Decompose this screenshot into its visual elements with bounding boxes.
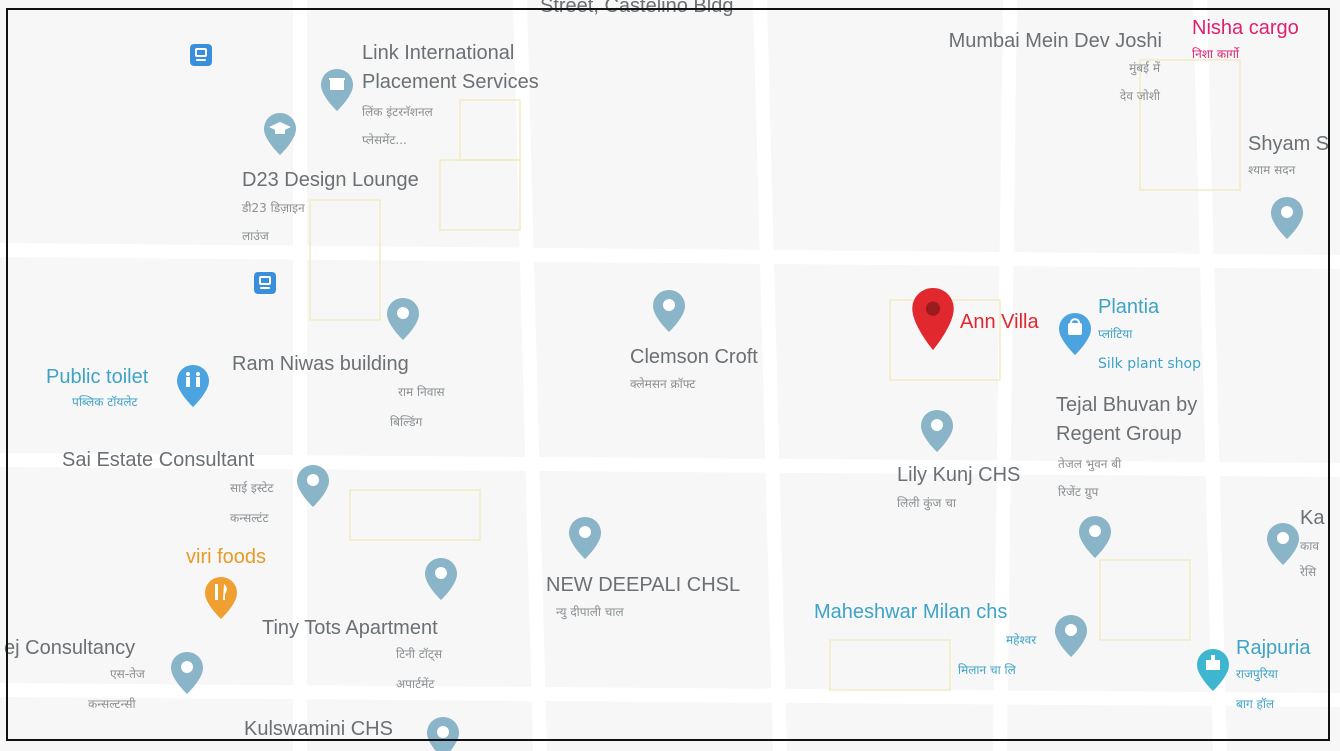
poi-label[interactable]: Mumbai Mein Dev Joshi bbox=[949, 29, 1162, 53]
location-pin-icon[interactable] bbox=[1266, 522, 1300, 566]
landmark-icon[interactable] bbox=[1196, 648, 1230, 692]
location-pin-icon[interactable] bbox=[426, 716, 460, 751]
poi-label-hindi: प्लांटिया bbox=[1098, 327, 1133, 341]
poi-label-hindi: बिल्डिंग bbox=[390, 415, 423, 429]
poi-label-hindi: डी23 डिज़ाइन bbox=[242, 201, 305, 215]
poi-label-hindi: रिजेंट ग्रुप bbox=[1058, 485, 1099, 499]
poi-label-hindi: बाग हॉल bbox=[1236, 697, 1275, 711]
poi-label[interactable]: Tiny Tots Apartment bbox=[262, 616, 438, 640]
poi-label[interactable]: viri foods bbox=[186, 545, 266, 569]
poi-label-hindi: मुंबई में bbox=[1129, 61, 1160, 75]
location-pin-icon[interactable] bbox=[1078, 515, 1112, 559]
bus-stop-icon[interactable] bbox=[190, 44, 212, 66]
red-location-pin-icon[interactable] bbox=[911, 286, 955, 352]
poi-label-hindi: काव bbox=[1300, 539, 1319, 553]
poi-label-hindi: मिलान चा लि bbox=[958, 663, 1016, 677]
poi-label[interactable]: D23 Design Lounge bbox=[242, 168, 419, 192]
poi-label[interactable]: Maheshwar Milan chs bbox=[814, 600, 1007, 624]
location-pin-icon[interactable] bbox=[568, 516, 602, 560]
poi-label[interactable]: Ka bbox=[1300, 506, 1324, 530]
poi-label-hindi: क्लेमसन क्रॉफ्ट bbox=[630, 377, 696, 391]
location-pin-icon[interactable] bbox=[1270, 196, 1304, 240]
poi-label-hindi: रेसि bbox=[1300, 565, 1317, 579]
poi-label[interactable]: Ram Niwas building bbox=[232, 352, 409, 376]
location-pin-icon[interactable] bbox=[170, 651, 204, 695]
poi-label-hindi: साई इस्टेट bbox=[230, 481, 274, 495]
shopping-bag-icon[interactable] bbox=[1058, 312, 1092, 356]
street-label: Street, Castelino Bldg bbox=[540, 0, 734, 17]
poi-label-hindi: श्याम सदन bbox=[1248, 163, 1296, 177]
poi-label[interactable]: Ann Villa bbox=[960, 310, 1039, 334]
poi-category-label: Silk plant shop bbox=[1098, 356, 1202, 372]
location-pin-icon[interactable] bbox=[296, 464, 330, 508]
location-pin-icon[interactable] bbox=[386, 297, 420, 341]
poi-label-hindi: एस-तेज bbox=[110, 667, 145, 681]
location-pin-icon[interactable] bbox=[652, 289, 686, 333]
location-pin-icon[interactable] bbox=[1054, 614, 1088, 658]
poi-label-hindi: महेश्वर bbox=[1006, 633, 1037, 647]
poi-label[interactable]: Tejal Bhuvan by bbox=[1056, 393, 1197, 417]
map-canvas[interactable]: Street, Castelino Bldg Link Internationa… bbox=[0, 0, 1340, 751]
bus-stop-icon[interactable] bbox=[254, 272, 276, 294]
poi-label-hindi: राम निवास bbox=[398, 385, 445, 399]
location-pin-icon[interactable] bbox=[920, 409, 954, 453]
graduation-cap-icon[interactable] bbox=[263, 112, 297, 156]
poi-label[interactable]: Clemson Croft bbox=[630, 345, 758, 369]
poi-label[interactable]: Rajpuria bbox=[1236, 636, 1310, 660]
poi-label-hindi: लाउंज bbox=[242, 229, 269, 243]
poi-label-hindi: टिनी टॉट्स bbox=[396, 647, 443, 661]
poi-label-hindi: पब्लिक टॉयलेट bbox=[72, 395, 138, 409]
poi-label-hindi: तेजल भुवन बी bbox=[1058, 457, 1122, 471]
poi-label[interactable]: Regent Group bbox=[1056, 422, 1182, 446]
poi-label-hindi: लिंक इंटरनॅशनल bbox=[362, 105, 433, 119]
poi-label[interactable]: Nisha cargo bbox=[1192, 16, 1299, 40]
poi-label[interactable]: Placement Services bbox=[362, 70, 539, 94]
poi-label-hindi: कन्सल्टन्सी bbox=[88, 697, 136, 711]
poi-label-hindi: निशा कार्गो bbox=[1192, 47, 1240, 61]
poi-label-hindi: देव जोशी bbox=[1119, 89, 1160, 103]
poi-label-hindi: अपार्टमेंट bbox=[396, 677, 435, 691]
poi-label-hindi: न्यु दीपाली चाल bbox=[556, 605, 624, 619]
poi-label-hindi: लिली कुंज चा bbox=[897, 496, 956, 510]
poi-label[interactable]: Kulswamini CHS bbox=[244, 717, 393, 741]
poi-label[interactable]: ej Consultancy bbox=[4, 636, 135, 660]
poi-label-hindi: कन्सल्टंट bbox=[230, 511, 269, 525]
location-pin-icon[interactable] bbox=[424, 557, 458, 601]
restroom-icon[interactable] bbox=[176, 364, 210, 408]
poi-label[interactable]: Lily Kunj CHS bbox=[897, 463, 1020, 487]
poi-label[interactable]: Link International bbox=[362, 41, 514, 65]
poi-label-hindi: प्लेसमेंट... bbox=[362, 133, 407, 147]
poi-label[interactable]: Plantia bbox=[1098, 295, 1159, 319]
poi-label[interactable]: Sai Estate Consultant bbox=[62, 448, 254, 472]
poi-label[interactable]: Public toilet bbox=[46, 365, 148, 389]
building-icon[interactable] bbox=[320, 68, 354, 112]
poi-label[interactable]: Shyam S bbox=[1248, 132, 1329, 156]
poi-label-hindi: राजपुरिया bbox=[1236, 667, 1278, 681]
fork-knife-icon[interactable] bbox=[204, 576, 238, 620]
poi-label[interactable]: NEW DEEPALI CHSL bbox=[546, 573, 740, 597]
